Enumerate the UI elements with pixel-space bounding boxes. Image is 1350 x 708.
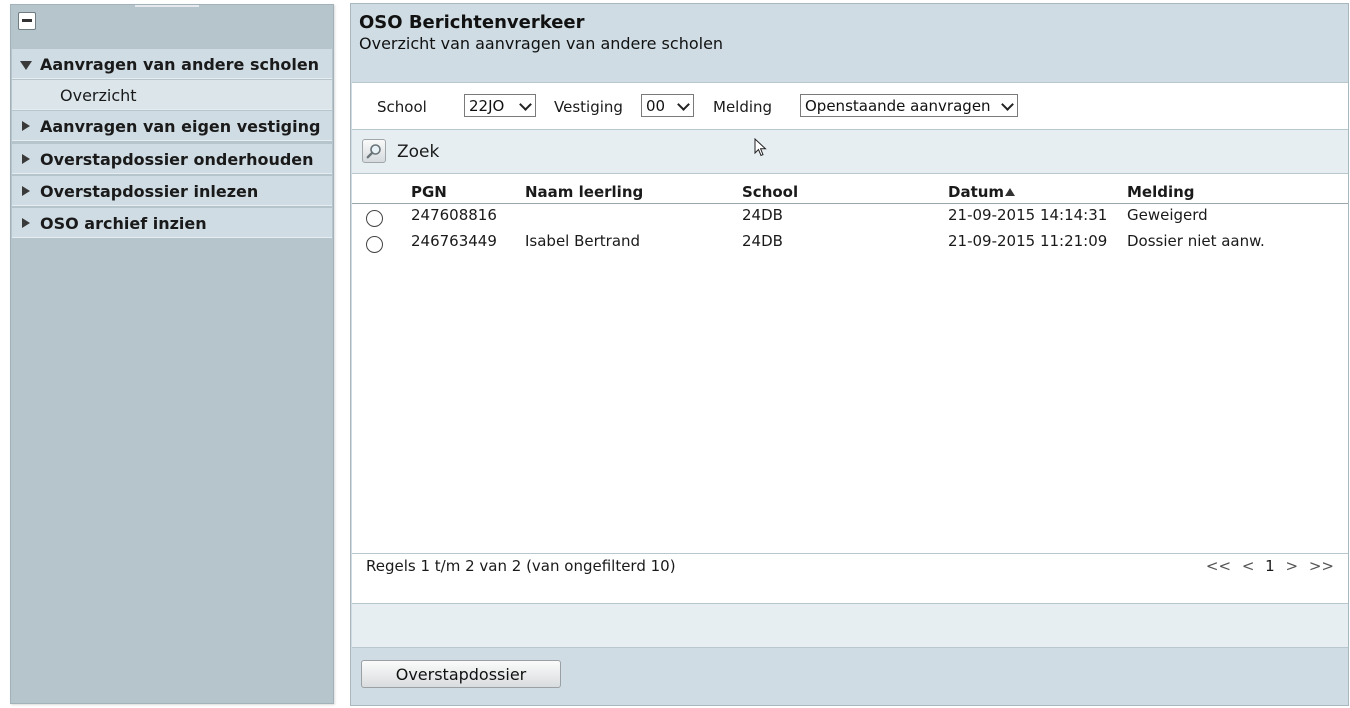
cell-pgn: 246763449 (411, 232, 497, 250)
sidebar-section-overstapdossier-onderhouden[interactable]: Overstapdossier onderhouden (12, 144, 332, 174)
cell-datum: 21-09-2015 14:14:31 (948, 206, 1108, 224)
sidebar-section-aanvragen-andere-scholen[interactable]: Aanvragen van andere scholen (12, 49, 332, 79)
overstapdossier-button[interactable]: Overstapdossier (361, 660, 561, 688)
melding-select-value: Openstaande aanvragen (805, 97, 991, 115)
cell-melding: Dossier niet aanw. (1127, 232, 1265, 250)
triangle-down-icon (20, 61, 32, 70)
sort-ascending-icon (1005, 188, 1016, 196)
cell-datum: 21-09-2015 11:21:09 (948, 232, 1108, 250)
pager-info: Regels 1 t/m 2 van 2 (van ongefilterd 10… (366, 557, 676, 575)
vestiging-select[interactable]: 00 (641, 94, 694, 117)
table-row[interactable]: 247608816 24DB 21-09-2015 14:14:31 Gewei… (352, 204, 1348, 230)
melding-select[interactable]: Openstaande aanvragen (800, 94, 1018, 117)
school-label: School (377, 98, 427, 116)
row-radio-button[interactable] (366, 236, 383, 253)
row-radio-button[interactable] (366, 210, 383, 227)
triangle-right-icon (22, 121, 30, 131)
pager-prev-button[interactable]: < (1242, 557, 1255, 575)
mouse-pointer-icon (754, 138, 767, 157)
sidebar-top-highlight (135, 5, 199, 7)
sidebar-section-oso-archief-inzien[interactable]: OSO archief inzien (12, 208, 332, 238)
school-select-value: 22JO (469, 97, 505, 115)
pager-last-button[interactable]: >> (1309, 557, 1334, 575)
chevron-down-icon (677, 98, 690, 111)
filter-bar: School 22JO Vestiging 00 Melding Opensta… (352, 82, 1348, 130)
column-header-melding[interactable]: Melding (1127, 183, 1195, 201)
sidebar-item-label: Overzicht (60, 86, 137, 105)
cell-school: 24DB (742, 206, 783, 224)
pager-bar: Regels 1 t/m 2 van 2 (van ongefilterd 10… (352, 554, 1348, 604)
melding-label: Melding (713, 98, 773, 116)
search-label[interactable]: Zoek (397, 142, 439, 162)
triangle-right-icon (22, 154, 30, 164)
sidebar-section-label: Overstapdossier onderhouden (40, 150, 314, 169)
page-subtitle: Overzicht van aanvragen van andere schol… (359, 34, 724, 53)
cell-naam: Isabel Bertrand (525, 232, 641, 250)
pager-current-page[interactable]: 1 (1265, 557, 1275, 575)
results-table: PGN Naam leerling School Datum Melding 2… (352, 174, 1348, 554)
vestiging-select-value: 00 (646, 97, 666, 115)
sidebar-section-label: Aanvragen van eigen vestiging (40, 117, 321, 136)
sidebar-section-label: OSO archief inzien (40, 214, 207, 233)
pager-next-button[interactable]: > (1286, 557, 1299, 575)
vestiging-label: Vestiging (554, 98, 623, 116)
triangle-right-icon (22, 186, 30, 196)
minus-icon[interactable] (18, 12, 36, 30)
page-title: OSO Berichtenverkeer (359, 12, 585, 33)
school-select[interactable]: 22JO (464, 94, 536, 117)
column-header-datum-label: Datum (948, 183, 1005, 201)
search-button[interactable] (362, 139, 386, 163)
toolbar-strip (352, 604, 1348, 648)
column-header-pgn[interactable]: PGN (411, 183, 447, 201)
search-bar: Zoek (352, 130, 1348, 174)
sidebar-item-overzicht[interactable]: Overzicht (12, 80, 332, 110)
cell-pgn: 247608816 (411, 206, 497, 224)
cell-school: 24DB (742, 232, 783, 250)
column-header-datum[interactable]: Datum (948, 183, 1016, 201)
sidebar: Aanvragen van andere scholen Overzicht A… (10, 4, 334, 704)
main-panel: OSO Berichtenverkeer Overzicht van aanvr… (350, 3, 1349, 706)
triangle-right-icon (22, 218, 30, 228)
sidebar-section-aanvragen-eigen-vestiging[interactable]: Aanvragen van eigen vestiging (12, 111, 332, 141)
column-header-naam[interactable]: Naam leerling (525, 183, 643, 201)
table-row[interactable]: 246763449 Isabel Bertrand 24DB 21-09-201… (352, 230, 1348, 256)
sidebar-section-label: Overstapdossier inlezen (40, 182, 259, 201)
sidebar-section-overstapdossier-inlezen[interactable]: Overstapdossier inlezen (12, 176, 332, 206)
table-header: PGN Naam leerling School Datum Melding (352, 174, 1348, 204)
chevron-down-icon (519, 98, 532, 111)
chevron-down-icon (1001, 98, 1014, 111)
column-header-school[interactable]: School (742, 183, 798, 201)
magnifier-icon (366, 144, 381, 159)
sidebar-section-label: Aanvragen van andere scholen (40, 55, 320, 74)
pager-nav: << < 1 > >> (1200, 557, 1334, 575)
cell-melding: Geweigerd (1127, 206, 1208, 224)
pager-first-button[interactable]: << (1206, 557, 1231, 575)
